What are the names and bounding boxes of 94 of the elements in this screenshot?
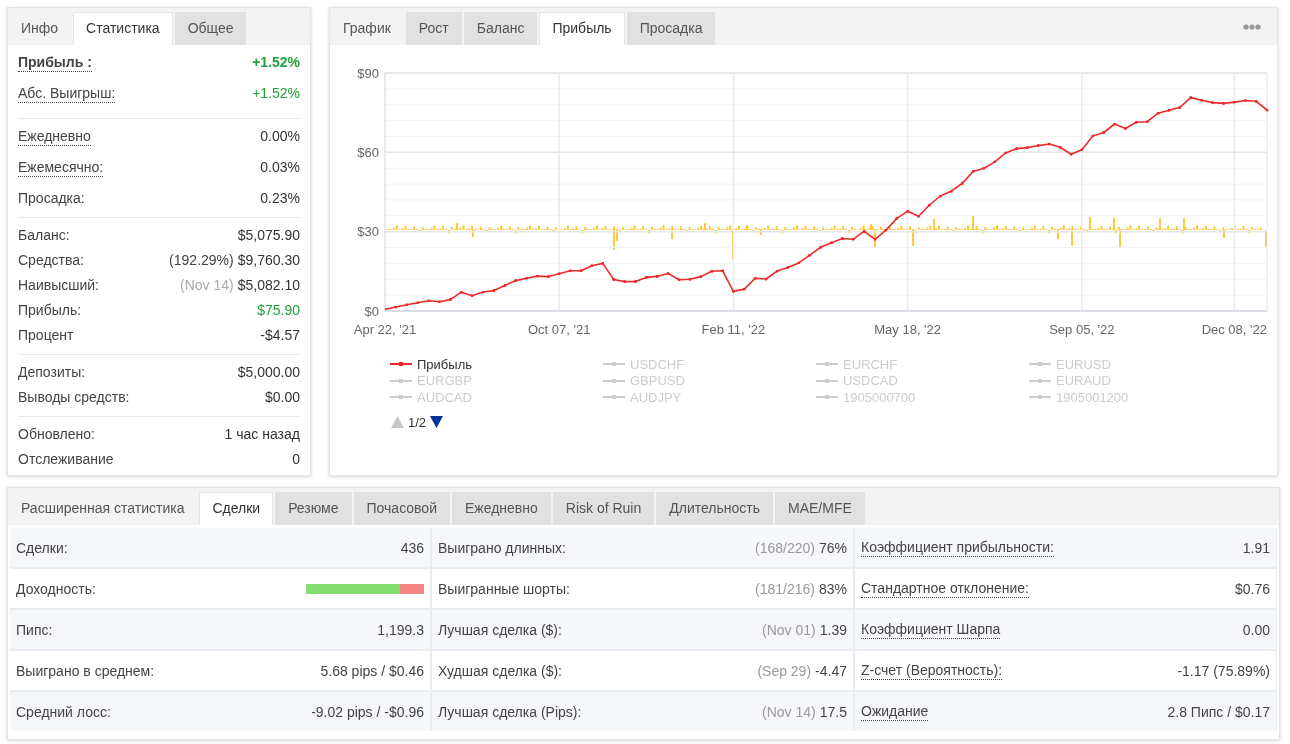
stat-label: Обновлено: [18,425,95,443]
stat-label: Выиграно в среднем: [16,662,155,679]
triangle-down-icon[interactable] [430,416,444,428]
tab[interactable]: Инфо [8,12,72,45]
stat-label: Отслеживание [18,450,114,468]
tab[interactable]: Статистика [73,12,173,45]
axis-label: $90 [357,65,379,81]
page-indicator: 1/2 [408,414,427,430]
stat-value: 76% [818,539,847,556]
tab[interactable]: Risk of Ruin [552,492,655,525]
tab[interactable]: Ежедневно [451,492,551,525]
stat-label[interactable]: Коэффициент прибыльности: [861,538,1054,557]
axis-label: Feb 11, '22 [701,322,766,337]
stat-value: +1.52% [252,53,300,71]
stat-value: 0.03% [260,158,300,176]
stat-label: Депозиты: [18,363,86,381]
stat-note: (Nov 14) [762,703,816,720]
stat-value: 2.8 Пипс / $0.17 [1167,703,1270,720]
stat-label[interactable]: Прибыль : [18,53,92,72]
stat-value: $0.00 [264,388,300,406]
tab[interactable]: Сделки [199,492,274,525]
stat-label: Процент [18,326,74,344]
axis-label: Dec 08, '22 [1201,322,1267,337]
stat-label: Баланс: [18,226,70,244]
stat-label: Лучшая сделка (Pips): [438,703,582,720]
stat-value: 1,199.3 [377,621,424,638]
stat-label[interactable]: Коэффициент Шарпа [861,620,1001,639]
tab[interactable]: График [330,12,404,45]
stat-label[interactable]: Стандартное отклонение: [861,579,1029,598]
stat-label: Прибыль: [18,301,82,319]
tab[interactable]: Рост [405,12,462,45]
axis-label: May 18, '22 [874,322,942,337]
stat-value: $5,000.00 [237,363,300,381]
stat-value: $5,082.10 [237,276,300,294]
stat-label: Средний лосс: [16,703,111,720]
axis-label: $0 [364,303,379,319]
tab[interactable]: Общее [174,12,247,45]
tab[interactable]: Почасовой [353,492,450,525]
stat-value: 1.39 [819,621,847,638]
stat-value: 0.00 [1242,621,1270,638]
legend-item[interactable]: Прибыль [390,356,472,373]
stat-value: $5,075.90 [237,226,300,244]
stat-label[interactable]: Ожидание [861,702,929,721]
axis-label: Apr 22, '21 [353,322,417,337]
stat-value: 0.23% [260,189,300,207]
axis-label: Sep 05, '22 [1049,322,1115,337]
stat-label: Выводы средств: [18,388,130,406]
stat-note: (Nov 14) [180,276,234,294]
tab[interactable]: Длительность [656,492,773,525]
tab[interactable]: Просадка [626,12,716,45]
stat-value: -9.02 pips / -$0.96 [311,703,424,720]
axis-label: $60 [357,144,379,160]
stat-value: 0.00% [260,127,300,145]
stat-note: (192.29%) [169,251,234,269]
tab[interactable]: Расширенная статистика [8,492,198,525]
stat-value: 1 час назад [224,425,300,443]
tab[interactable]: Баланс [463,12,538,45]
stat-label: Наивысший: [18,276,99,294]
stat-value: 83% [818,580,847,597]
stat-note: (168/220) [755,539,815,556]
stat-label: Выигранные шорты: [438,580,570,597]
stat-label[interactable]: Абс. Выигрыш: [18,84,116,103]
axis-label: $30 [357,224,379,240]
stat-label[interactable]: Ежемесячно: [18,158,104,177]
stat-label: Доходность: [16,580,96,597]
stat-value: 17.5 [819,703,847,720]
tab[interactable]: MAE/MFE [775,492,865,525]
stat-value: $0.76 [1234,580,1270,597]
stat-label: Пипс: [16,621,53,638]
axis-label: Oct 07, '21 [528,322,591,337]
stat-label: Просадка: [18,189,85,207]
stat-value: +1.52% [252,84,300,102]
stat-value: 5.68 pips / $0.46 [320,662,424,679]
stat-note: (Sep 29) [757,662,812,679]
stat-label: Выиграно длинных: [438,539,566,556]
tab[interactable]: Прибыль [539,12,625,45]
stat-label: Лучшая сделка ($): [438,621,562,638]
stat-value: -4.47 [815,662,847,679]
stat-label: Худшая сделка ($): [438,662,562,679]
more-icon[interactable] [1243,23,1261,30]
stat-label: Средства: [18,251,84,269]
stat-value: -1.17 (75.89%) [1177,662,1270,679]
stat-note: (Nov 01) [762,621,816,638]
stat-label[interactable]: Ежедневно [18,127,91,146]
stat-value: -$4.57 [260,326,300,344]
stat-value: 1.91 [1242,539,1270,556]
tab[interactable]: Резюме [275,492,352,525]
stat-value: 0 [292,450,300,468]
stat-value: $75.90 [257,301,300,319]
stat-value: $9,760.30 [237,251,300,269]
stat-label[interactable]: Z-счет (Вероятность): [861,661,1003,680]
stat-value: 436 [400,539,424,556]
stat-note: (181/216) [755,580,815,597]
stat-label: Сделки: [16,539,68,556]
